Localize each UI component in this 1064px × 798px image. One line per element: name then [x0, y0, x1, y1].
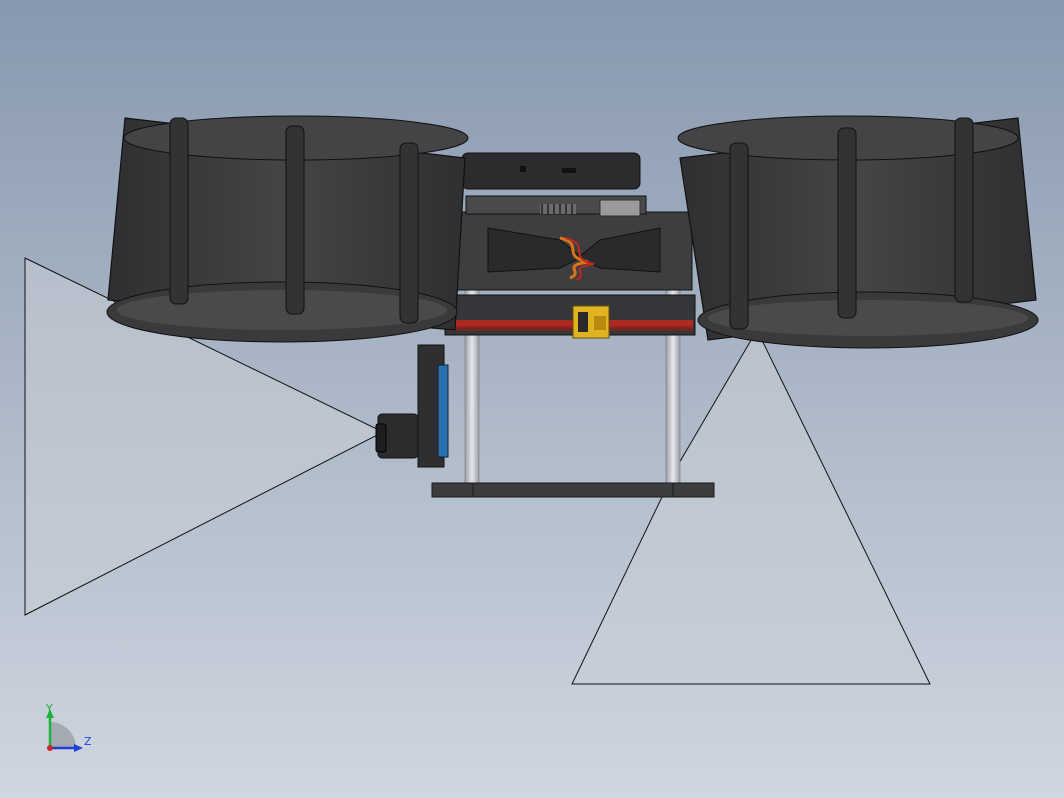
cad-scene: Y Z: [24, 115, 1039, 752]
bottom-sensor-fov-cone: [571, 328, 931, 685]
left-fan-shroud: [106, 115, 469, 343]
triad-origin: [47, 745, 53, 751]
cad-viewport[interactable]: Y Z: [0, 0, 1064, 798]
triad-plane-icon: [50, 722, 76, 748]
right-fan-shroud: [677, 115, 1039, 349]
coordinate-triad: Y Z: [45, 702, 92, 752]
top-receiver-module: [461, 152, 641, 190]
camera-lens-icon: [375, 423, 387, 453]
top-module: [599, 199, 641, 217]
camera-board-icon: [437, 364, 449, 458]
z-axis-label: Z: [84, 735, 92, 748]
y-axis-label: Y: [45, 702, 53, 715]
bottom-plate: [431, 482, 715, 498]
